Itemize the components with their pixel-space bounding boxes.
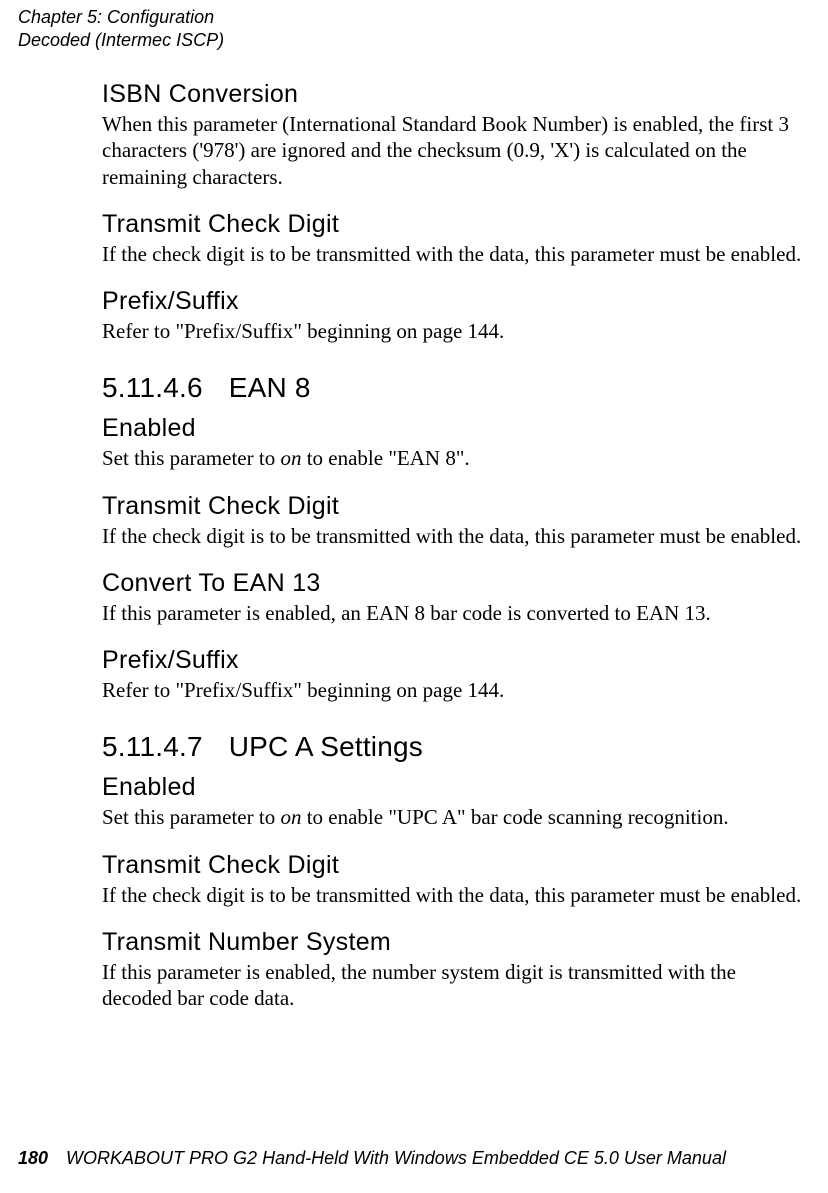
para-transmit-check-digit-upca: If the check digit is to be transmitted … (102, 882, 810, 908)
para-enabled-upca: Set this parameter to on to enable "UPC … (102, 804, 810, 830)
heading-number: 5.11.4.7 (102, 731, 203, 763)
header-chapter: Chapter 5: Configuration (18, 6, 224, 29)
heading-transmit-check-digit-ean8: Transmit Check Digit (102, 492, 810, 521)
heading-upca: 5.11.4.7 UPC A Settings (102, 731, 810, 763)
heading-title: EAN 8 (229, 372, 311, 403)
heading-transmit-number-system: Transmit Number System (102, 928, 810, 957)
text: Set this parameter to (102, 446, 280, 470)
text: Set this parameter to (102, 805, 280, 829)
heading-prefix-suffix-ean8: Prefix/Suffix (102, 646, 810, 675)
heading-isbn-conversion: ISBN Conversion (102, 80, 810, 109)
text: to enable "UPC A" bar code scanning reco… (301, 805, 728, 829)
page-content: ISBN Conversion When this parameter (Int… (102, 80, 810, 1031)
emphasis-on: on (280, 446, 301, 470)
para-prefix-suffix-ean8: Refer to "Prefix/Suffix" beginning on pa… (102, 677, 810, 703)
running-footer: 180 WORKABOUT PRO G2 Hand-Held With Windo… (18, 1148, 726, 1169)
para-prefix-suffix: Refer to "Prefix/Suffix" beginning on pa… (102, 318, 810, 344)
heading-ean8: 5.11.4.6 EAN 8 (102, 372, 810, 404)
heading-enabled-upca: Enabled (102, 773, 810, 802)
heading-title: UPC A Settings (229, 731, 423, 762)
heading-transmit-check-digit: Transmit Check Digit (102, 210, 810, 239)
emphasis-on: on (280, 805, 301, 829)
page-number: 180 (18, 1148, 48, 1168)
heading-prefix-suffix: Prefix/Suffix (102, 287, 810, 316)
para-convert-to-ean13: If this parameter is enabled, an EAN 8 b… (102, 600, 810, 626)
heading-transmit-check-digit-upca: Transmit Check Digit (102, 851, 810, 880)
heading-convert-to-ean13: Convert To EAN 13 (102, 569, 810, 598)
footer-title: WORKABOUT PRO G2 Hand-Held With Windows … (66, 1148, 726, 1168)
header-section: Decoded (Intermec ISCP) (18, 29, 224, 52)
heading-enabled-ean8: Enabled (102, 414, 810, 443)
running-header: Chapter 5: Configuration Decoded (Interm… (18, 6, 224, 51)
para-transmit-number-system: If this parameter is enabled, the number… (102, 959, 810, 1012)
para-enabled-ean8: Set this parameter to on to enable "EAN … (102, 445, 810, 471)
heading-number: 5.11.4.6 (102, 372, 203, 404)
para-transmit-check-digit: If the check digit is to be transmitted … (102, 241, 810, 267)
para-transmit-check-digit-ean8: If the check digit is to be transmitted … (102, 523, 810, 549)
page: Chapter 5: Configuration Decoded (Interm… (0, 0, 828, 1193)
text: to enable "EAN 8". (301, 446, 469, 470)
para-isbn-conversion: When this parameter (International Stand… (102, 111, 810, 190)
